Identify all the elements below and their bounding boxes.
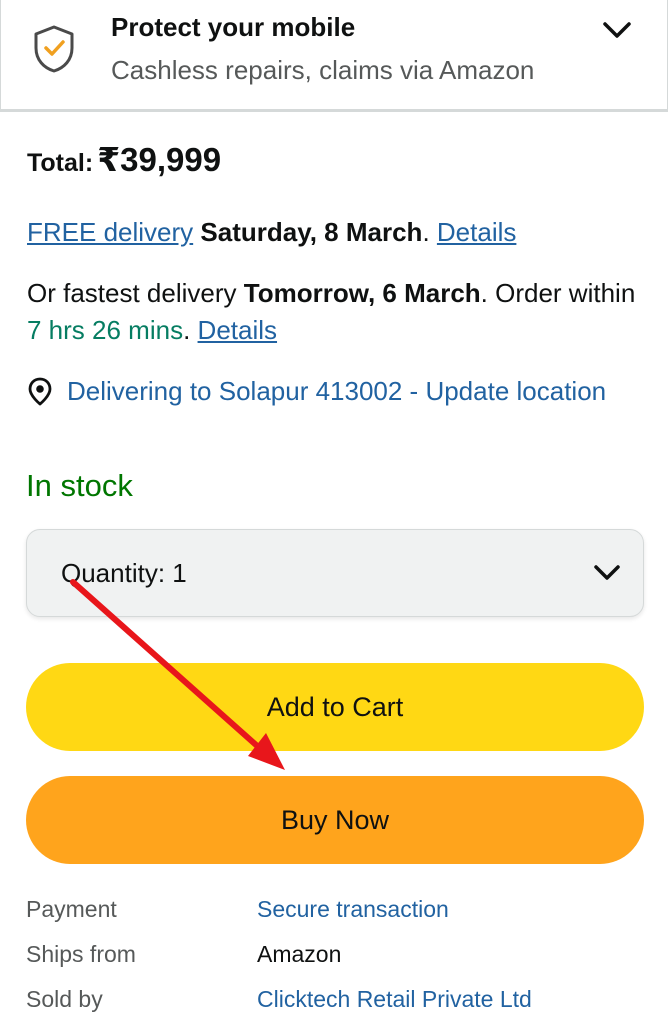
chevron-down-icon — [594, 565, 620, 580]
free-delivery-period: . — [422, 217, 430, 247]
delivery-location-link[interactable]: Delivering to Solapur 413002 - Update lo… — [67, 373, 627, 410]
info-label: Ships from — [26, 941, 136, 967]
total-price: Total: ₹39,999 — [27, 140, 221, 179]
stock-status: In stock — [26, 468, 133, 503]
ships-from-value: Amazon — [257, 941, 342, 967]
fastest-delivery-line: Or fastest delivery Tomorrow, 6 March. O… — [27, 275, 647, 349]
secure-transaction-link[interactable]: Secure transaction — [257, 896, 449, 923]
protect-mobile-card[interactable]: Protect your mobile Cashless repairs, cl… — [0, 0, 668, 112]
free-delivery-link[interactable]: FREE delivery — [27, 217, 193, 247]
total-label: Total: — [27, 149, 94, 177]
seller-link[interactable]: Clicktech Retail Private Ltd — [257, 986, 532, 1013]
quantity-dropdown[interactable]: Quantity: 1 — [26, 529, 644, 617]
delivery-countdown: 7 hrs 26 mins — [27, 315, 184, 345]
quantity-value: 1 — [172, 558, 187, 588]
quantity-label: Quantity: 1 — [61, 558, 187, 589]
quantity-label-text: Quantity: — [61, 558, 166, 588]
location-pin-icon — [28, 377, 52, 406]
buy-now-button[interactable]: Buy Now — [26, 776, 644, 864]
fastest-delivery-date: Tomorrow, 6 March — [243, 278, 481, 308]
fastest-delivery-middle: . Order within — [480, 278, 636, 308]
info-label: Sold by — [26, 986, 103, 1012]
fastest-delivery-period: . — [183, 315, 191, 345]
info-label: Payment — [26, 896, 117, 922]
total-value: ₹39,999 — [97, 141, 222, 178]
protect-title: Protect your mobile — [111, 12, 356, 42]
fastest-delivery-prefix: Or fastest delivery — [27, 278, 237, 308]
free-delivery-date: Saturday, 8 March — [200, 217, 423, 247]
free-delivery-line: FREE delivery Saturday, 8 March. Details — [27, 214, 647, 251]
details-link-1[interactable]: Details — [437, 217, 516, 247]
details-link-2[interactable]: Details — [198, 315, 277, 345]
chevron-down-icon[interactable] — [601, 18, 633, 42]
protect-subtitle: Cashless repairs, claims via Amazon — [111, 55, 535, 85]
add-to-cart-button[interactable]: Add to Cart — [26, 663, 644, 751]
shield-check-icon — [34, 25, 74, 73]
